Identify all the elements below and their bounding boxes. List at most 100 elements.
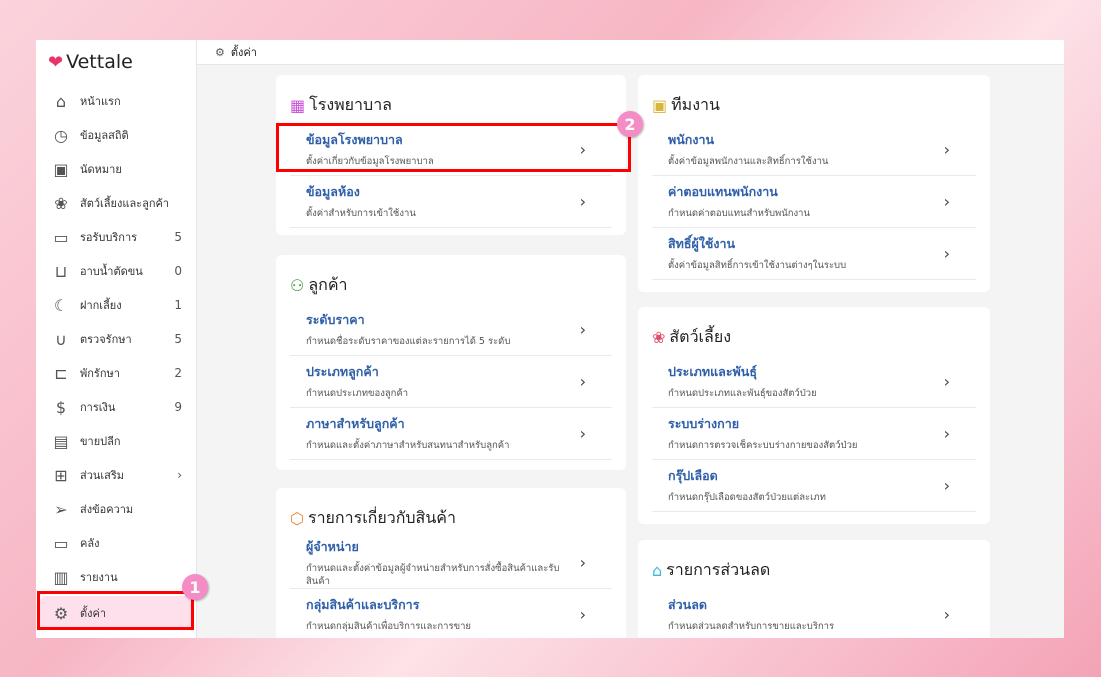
sidebar-item-14[interactable]: ▥ รายงาน (36, 560, 196, 594)
sidebar-item-13[interactable]: ▭ คลัง (36, 526, 196, 560)
sidebar-item-label: นัดหมาย (80, 163, 122, 176)
section-title: ⚇ ลูกค้า (290, 273, 612, 298)
sidebar-item-label: รอรับบริการ (80, 231, 138, 244)
chevron-right-icon: › (943, 244, 950, 263)
section-title-label: สัตว์เลี้ยง (669, 327, 732, 346)
plus-box-icon: ⊞ (54, 465, 68, 485)
sidebar-item-7[interactable]: ∪ ตรวจรักษา 5 (36, 322, 196, 356)
sidebar-item-8[interactable]: ⊏ พักรักษา 2 (36, 356, 196, 390)
card-discount: ⌂ รายการส่วนลดส่วนลดกำหนดส่วนลดสำหรับการข… (638, 540, 990, 638)
highlight-settings (37, 591, 194, 630)
sidebar-item-1[interactable]: ◷ ข้อมูลสถิติ (36, 118, 196, 152)
highlight-hospital-info (276, 123, 631, 172)
settings-row-pets-2[interactable]: กรุ๊ปเลือดกำหนดกรุ๊ปเลือดของสัตว์ป่วยแต่… (652, 460, 976, 512)
row-title: กรุ๊ปเลือด (668, 468, 718, 484)
sidebar-item-label: ข้อมูลสถิติ (80, 129, 129, 142)
settings-row-product-0[interactable]: ผู้จำหน่ายกำหนดและตั้งค่าข้อมูลผู้จำหน่า… (290, 537, 612, 589)
sidebar-item-label: ฝากเลี้ยง (80, 299, 122, 312)
row-subtitle: กำหนดส่วนลดสำหรับการขายและบริการ (668, 621, 835, 633)
box-icon: ⬡ (290, 509, 304, 528)
row-title: ภาษาสำหรับลูกค้า (306, 416, 405, 432)
gauge-icon: ◷ (54, 125, 68, 145)
tag-icon: ⌂ (652, 561, 663, 580)
cash-register-icon: ▤ (53, 431, 69, 451)
settings-row-customer-2[interactable]: ภาษาสำหรับลูกค้ากำหนดและตั้งค่าภาษาสำหรั… (290, 408, 612, 460)
moon-icon: ☾ (53, 295, 69, 315)
row-title: ประเภทลูกค้า (306, 364, 379, 380)
sidebar-item-3[interactable]: ❀ สัตว์เลี้ยงและลูกค้า (36, 186, 196, 220)
sidebar-item-0[interactable]: ⌂ หน้าแรก (36, 84, 196, 118)
sidebar-item-9[interactable]: $ การเงิน 9 (36, 390, 196, 424)
section-title: ⌂ รายการส่วนลด (652, 558, 976, 583)
row-subtitle: ตั้งค่าสำหรับการเข้าใช้งาน (306, 208, 416, 220)
row-title: ประเภทและพันธุ์ (668, 364, 757, 380)
contact-book-icon: ▣ (652, 96, 668, 115)
sidebar-item-count: 5 (174, 332, 182, 346)
paw-icon: ❀ (54, 193, 68, 213)
settings-row-customer-0[interactable]: ระดับราคากำหนดชื่อระดับราคาของแต่ละรายกา… (290, 304, 612, 356)
settings-row-discount-0[interactable]: ส่วนลดกำหนดส่วนลดสำหรับการขายและบริการ › (652, 589, 976, 638)
sidebar-item-10[interactable]: ▤ ขายปลีก (36, 424, 196, 458)
sidebar-item-11[interactable]: ⊞ ส่วนเสริม › (36, 458, 196, 492)
breadcrumb-label: ตั้งค่า (230, 46, 257, 59)
sofa-icon: ▭ (53, 227, 69, 247)
section-title-label: รายการส่วนลด (666, 560, 771, 579)
row-title: ผู้จำหน่าย (306, 538, 359, 554)
card-team: ▣ ทีมงานพนักงาน ตั้งค่าข้อมูลพนักงานและสิท… (638, 75, 990, 292)
stethoscope-icon: ∪ (55, 329, 67, 349)
settings-row-pets-0[interactable]: ประเภทและพันธุ์ กำหนดประเภทและพันธุ์ของสั… (652, 356, 976, 408)
sidebar-item-6[interactable]: ☾ ฝากเลี้ยง 1 (36, 288, 196, 322)
sidebar-item-2[interactable]: ▣ นัดหมาย (36, 152, 196, 186)
chevron-right-icon: › (579, 192, 586, 211)
sidebar-item-4[interactable]: ▭ รอรับบริการ 5 (36, 220, 196, 254)
app-name: Vettale (66, 51, 133, 73)
chevron-right-icon: › (943, 476, 950, 495)
logo[interactable]: ❤ Vettale (36, 40, 196, 84)
section-title: ⬡ รายการเกี่ยวกับสินค้า (290, 506, 612, 531)
settings-row-customer-1[interactable]: ประเภทลูกค้า กำหนดประเภทของลูกค้า › (290, 356, 612, 408)
settings-row-team-0[interactable]: พนักงาน ตั้งค่าข้อมูลพนักงานและสิทธิ์การใ… (652, 124, 976, 176)
chevron-right-icon: › (943, 605, 950, 624)
settings-row-pets-1[interactable]: ระบบร่างกายกำหนดการตรวจเช็คระบบร่างกายขอ… (652, 408, 976, 460)
row-subtitle: กำหนดและตั้งค่าข้อมูลผู้จำหน่ายสำหรับการ… (306, 562, 560, 587)
sidebar-item-count: 9 (174, 400, 182, 414)
section-title-label: รายการเกี่ยวกับสินค้า (307, 508, 456, 527)
row-subtitle: กำหนดชื่อระดับราคาของแต่ละรายการได้ 5 ระ… (306, 336, 511, 348)
row-title: ส่วนลด (668, 597, 707, 613)
row-subtitle: กำหนดการตรวจเช็คระบบร่างกายของสัตว์ป่วย (668, 440, 858, 452)
sidebar-item-label: ตรวจรักษา (80, 333, 132, 346)
card-product: ⬡ รายการเกี่ยวกับสินค้าผู้จำหน่ายกำหนดและ… (276, 488, 626, 638)
row-title: ระบบร่างกาย (668, 416, 740, 432)
sidebar-item-count: 5 (174, 230, 182, 244)
bed-icon: ⊏ (54, 363, 68, 383)
card-customer: ⚇ ลูกค้าระดับราคากำหนดชื่อระดับราคาของแต่… (276, 255, 626, 470)
row-subtitle: ตั้งค่าข้อมูลสิทธิ์การเข้าใช้งานต่างๆในร… (668, 260, 847, 272)
sidebar-item-label: รายงาน (80, 571, 118, 584)
row-subtitle: กำหนดประเภทของลูกค้า (306, 388, 409, 400)
settings-row-team-2[interactable]: สิทธิ์ผู้ใช้งาน ตั้งค่าข้อมูลสิทธิ์การเข้… (652, 228, 976, 280)
row-title: ค่าตอบแทนพนักงาน (668, 184, 778, 200)
sidebar-item-count: 2 (174, 366, 182, 380)
row-subtitle: กำหนดและตั้งค่าภาษาสำหรับสนทนาสำหรับลูกค… (306, 440, 510, 452)
sidebar-item-5[interactable]: ⊔ อาบน้ำตัดขน 0 (36, 254, 196, 288)
sidebar-item-12[interactable]: ➢ ส่งข้อความ (36, 492, 196, 526)
sidebar-item-label: การเงิน (80, 401, 116, 414)
settings-row-team-1[interactable]: ค่าตอบแทนพนักงาน กำหนดค่าตอบแทนสำหรับพนัก… (652, 176, 976, 228)
row-title: ระดับราคา (306, 312, 365, 328)
gear-icon: ⚙ (215, 45, 225, 59)
section-title: ▣ ทีมงาน (652, 93, 976, 118)
row-subtitle: กำหนดกรุ๊ปเลือดของสัตว์ป่วยแต่ละเภท (668, 492, 826, 504)
section-title: ❀ สัตว์เลี้ยง (652, 325, 976, 350)
sidebar-item-count: 0 (174, 264, 182, 278)
calendar-icon: ▣ (53, 159, 69, 179)
chevron-right-icon: › (579, 553, 586, 572)
archive-icon: ▭ (53, 533, 69, 553)
row-subtitle: กำหนดกลุ่มสินค้าเพื่อบริการและการขาย (306, 621, 471, 633)
section-title: ▦ โรงพยาบาล (290, 93, 612, 118)
settings-row-product-1[interactable]: กลุ่มสินค้าและบริการ กำหนดกลุ่มสินค้าเพื่… (290, 589, 612, 638)
paw-icon: ❀ (652, 328, 666, 347)
section-title-label: ทีมงาน (671, 95, 720, 114)
sidebar-item-label: ส่วนเสริม (80, 469, 125, 482)
hospital-icon: ▦ (290, 96, 306, 115)
settings-row-hospital-1[interactable]: ข้อมูลห้อง ตั้งค่าสำหรับการเข้าใช้งาน › (290, 176, 612, 228)
